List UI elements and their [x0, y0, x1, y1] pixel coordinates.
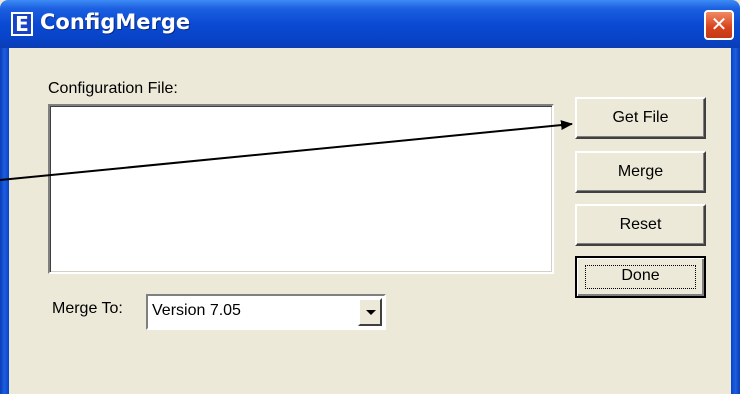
annotation-arrow-line: [0, 120, 573, 181]
annotation-arrow: [0, 120, 573, 181]
